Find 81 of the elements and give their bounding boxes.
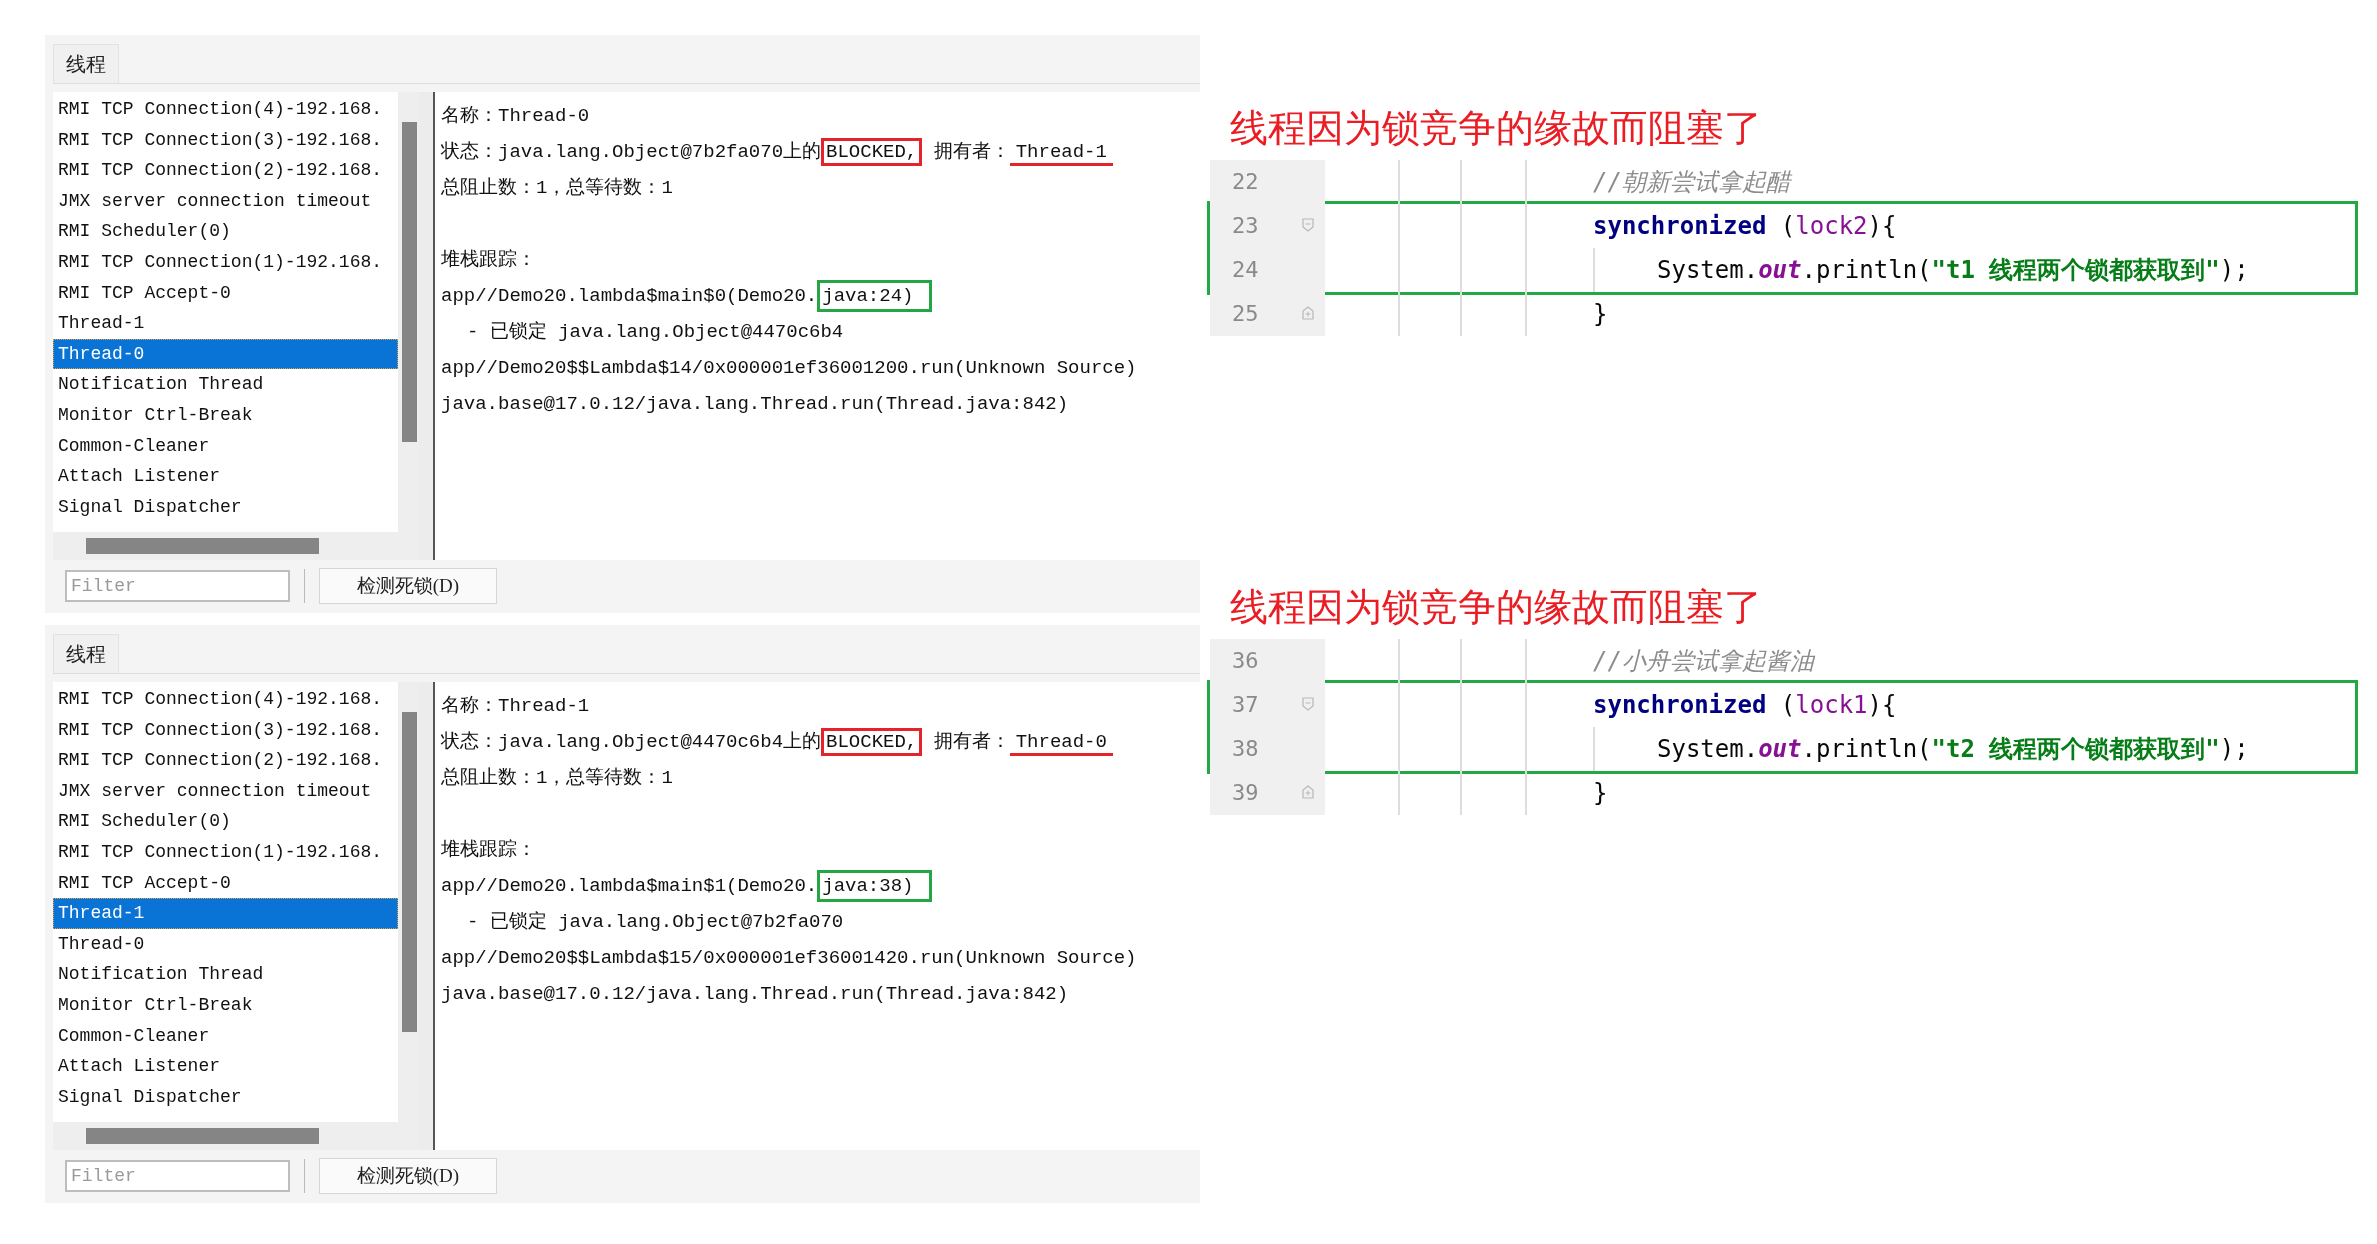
thread-list-item[interactable]: JMX server connection timeout — [53, 185, 398, 217]
code-line: System.out.println("t1 线程两个锁都获取到"); — [1657, 255, 2249, 286]
line-number-highlight: java:24) — [817, 280, 933, 312]
line-number: 38 — [1210, 727, 1325, 771]
thread-list-item[interactable]: RMI TCP Connection(2)-192.168. — [53, 745, 398, 776]
thread-list-item[interactable]: RMI TCP Accept-0 — [53, 277, 398, 309]
thread-list-item[interactable]: Thread-0 — [53, 928, 398, 960]
thread-list-item[interactable]: RMI TCP Accept-0 — [53, 867, 398, 899]
thread-list-item[interactable]: Monitor Ctrl-Break — [53, 989, 398, 1021]
line-number: 37 — [1210, 683, 1325, 727]
thread-list-item[interactable]: Attach Listener — [53, 461, 398, 492]
thread-name-text: 名称：Thread-0 — [441, 105, 590, 127]
thread-state-text: 状态：java.lang.Object@7b2fa070上的 — [441, 141, 822, 163]
stack-frame-text: app//Demo20$$Lambda$14/0x000001ef36001200.run(Unknown Source) — [441, 357, 1137, 379]
owner-label: 拥有者： — [932, 731, 1010, 753]
filter-field[interactable]: Filter — [65, 1160, 290, 1192]
line-number: 23 — [1210, 204, 1325, 248]
thread-list-item[interactable]: RMI TCP Connection(3)-192.168. — [53, 124, 398, 156]
detect-deadlock-button[interactable]: 检测死锁(D) — [319, 568, 497, 604]
owner-label: 拥有者： — [932, 141, 1010, 163]
fold-marker-icon[interactable] — [1302, 785, 1314, 799]
code-line: synchronized (lock2){ — [1593, 212, 1897, 240]
thread-list-item[interactable]: Signal Dispatcher — [53, 1081, 398, 1113]
thread-list-item[interactable]: RMI TCP Connection(1)-192.168. — [53, 246, 398, 278]
annotation-caption: 线程因为锁竞争的缘故而阻塞了 — [1229, 105, 1762, 152]
locked-object-text: - 已锁定 java.lang.Object@7b2fa070 — [467, 911, 844, 933]
code-line: } — [1593, 779, 1608, 807]
line-number: 25 — [1210, 292, 1325, 336]
thread-list-item[interactable]: RMI TCP Connection(4)-192.168. — [53, 684, 398, 715]
thread-list-item[interactable]: RMI TCP Connection(1)-192.168. — [53, 836, 398, 868]
thread-list-item[interactable]: Thread-0 — [53, 338, 398, 370]
counts-text: 总阻止数：1，总等待数：1 — [441, 767, 673, 789]
locked-object-text: - 已锁定 java.lang.Object@4470c6b4 — [467, 321, 844, 343]
blocked-state-highlight: BLOCKED, — [821, 728, 923, 756]
code-line: synchronized (lock1){ — [1593, 691, 1897, 719]
thread-list-item[interactable]: Common-Cleaner — [53, 1020, 398, 1052]
thread-list-item[interactable]: Thread-1 — [53, 898, 398, 929]
thread-list-item[interactable]: Signal Dispatcher — [53, 491, 398, 523]
blocked-state-highlight: BLOCKED, — [821, 138, 923, 166]
owner-underlined: Thread-1 — [1009, 141, 1113, 166]
thread-list-item[interactable]: Notification Thread — [53, 369, 398, 400]
stack-frame-text: app//Demo20.lambda$main$0(Demo20. — [441, 285, 818, 307]
thread-list-item[interactable]: RMI Scheduler(0) — [53, 216, 398, 247]
fold-marker-icon[interactable] — [1302, 306, 1314, 320]
thread-list-item[interactable]: RMI TCP Connection(2)-192.168. — [53, 155, 398, 186]
stack-frame-text: app//Demo20$$Lambda$15/0x000001ef36001420.run(Unknown Source) — [441, 947, 1137, 969]
thread-list-item[interactable]: Monitor Ctrl-Break — [53, 399, 398, 431]
code-comment: //小舟尝试拿起酱油 — [1593, 646, 1814, 677]
thread-list-item[interactable]: RMI Scheduler(0) — [53, 806, 398, 837]
stack-frame-text: app//Demo20.lambda$main$1(Demo20. — [441, 875, 818, 897]
annotation-caption: 线程因为锁竞争的缘故而阻塞了 — [1229, 584, 1762, 631]
thread-list-item[interactable]: JMX server connection timeout — [53, 775, 398, 807]
line-number: 22 — [1210, 160, 1325, 204]
splitter[interactable] — [419, 92, 435, 560]
thread-list-item[interactable]: Common-Cleaner — [53, 430, 398, 462]
stack-frame-text: java.base@17.0.12/java.lang.Thread.run(Thread.java:842) — [441, 983, 1069, 1005]
thread-name-text: 名称：Thread-1 — [441, 695, 590, 717]
line-number-highlight: java:38) — [817, 870, 933, 902]
tab[interactable]: 线程 — [53, 634, 119, 673]
line-number: 24 — [1210, 248, 1325, 292]
stack-trace-label: 堆栈跟踪： — [441, 249, 536, 271]
counts-text: 总阻止数：1，总等待数：1 — [441, 177, 673, 199]
tab[interactable]: 线程 — [53, 44, 119, 83]
thread-list-item[interactable]: Notification Thread — [53, 959, 398, 990]
code-line: } — [1593, 300, 1608, 328]
thread-list-item[interactable]: Thread-1 — [53, 308, 398, 339]
splitter[interactable] — [419, 682, 435, 1150]
thread-list-item[interactable]: RMI TCP Connection(3)-192.168. — [53, 714, 398, 746]
filter-field[interactable]: Filter — [65, 570, 290, 602]
line-number: 39 — [1210, 771, 1325, 815]
code-line: System.out.println("t2 线程两个锁都获取到"); — [1657, 734, 2249, 765]
owner-underlined: Thread-0 — [1009, 731, 1113, 756]
thread-list-item[interactable]: Attach Listener — [53, 1051, 398, 1082]
line-number: 36 — [1210, 639, 1325, 683]
stack-frame-text: java.base@17.0.12/java.lang.Thread.run(Thread.java:842) — [441, 393, 1069, 415]
thread-list-item[interactable]: RMI TCP Connection(4)-192.168. — [53, 94, 398, 125]
fold-marker-icon[interactable] — [1302, 697, 1314, 711]
fold-marker-icon[interactable] — [1302, 218, 1314, 232]
detect-deadlock-button[interactable]: 检测死锁(D) — [319, 1158, 497, 1194]
stack-trace-label: 堆栈跟踪： — [441, 839, 536, 861]
thread-state-text: 状态：java.lang.Object@4470c6b4上的 — [441, 731, 822, 753]
